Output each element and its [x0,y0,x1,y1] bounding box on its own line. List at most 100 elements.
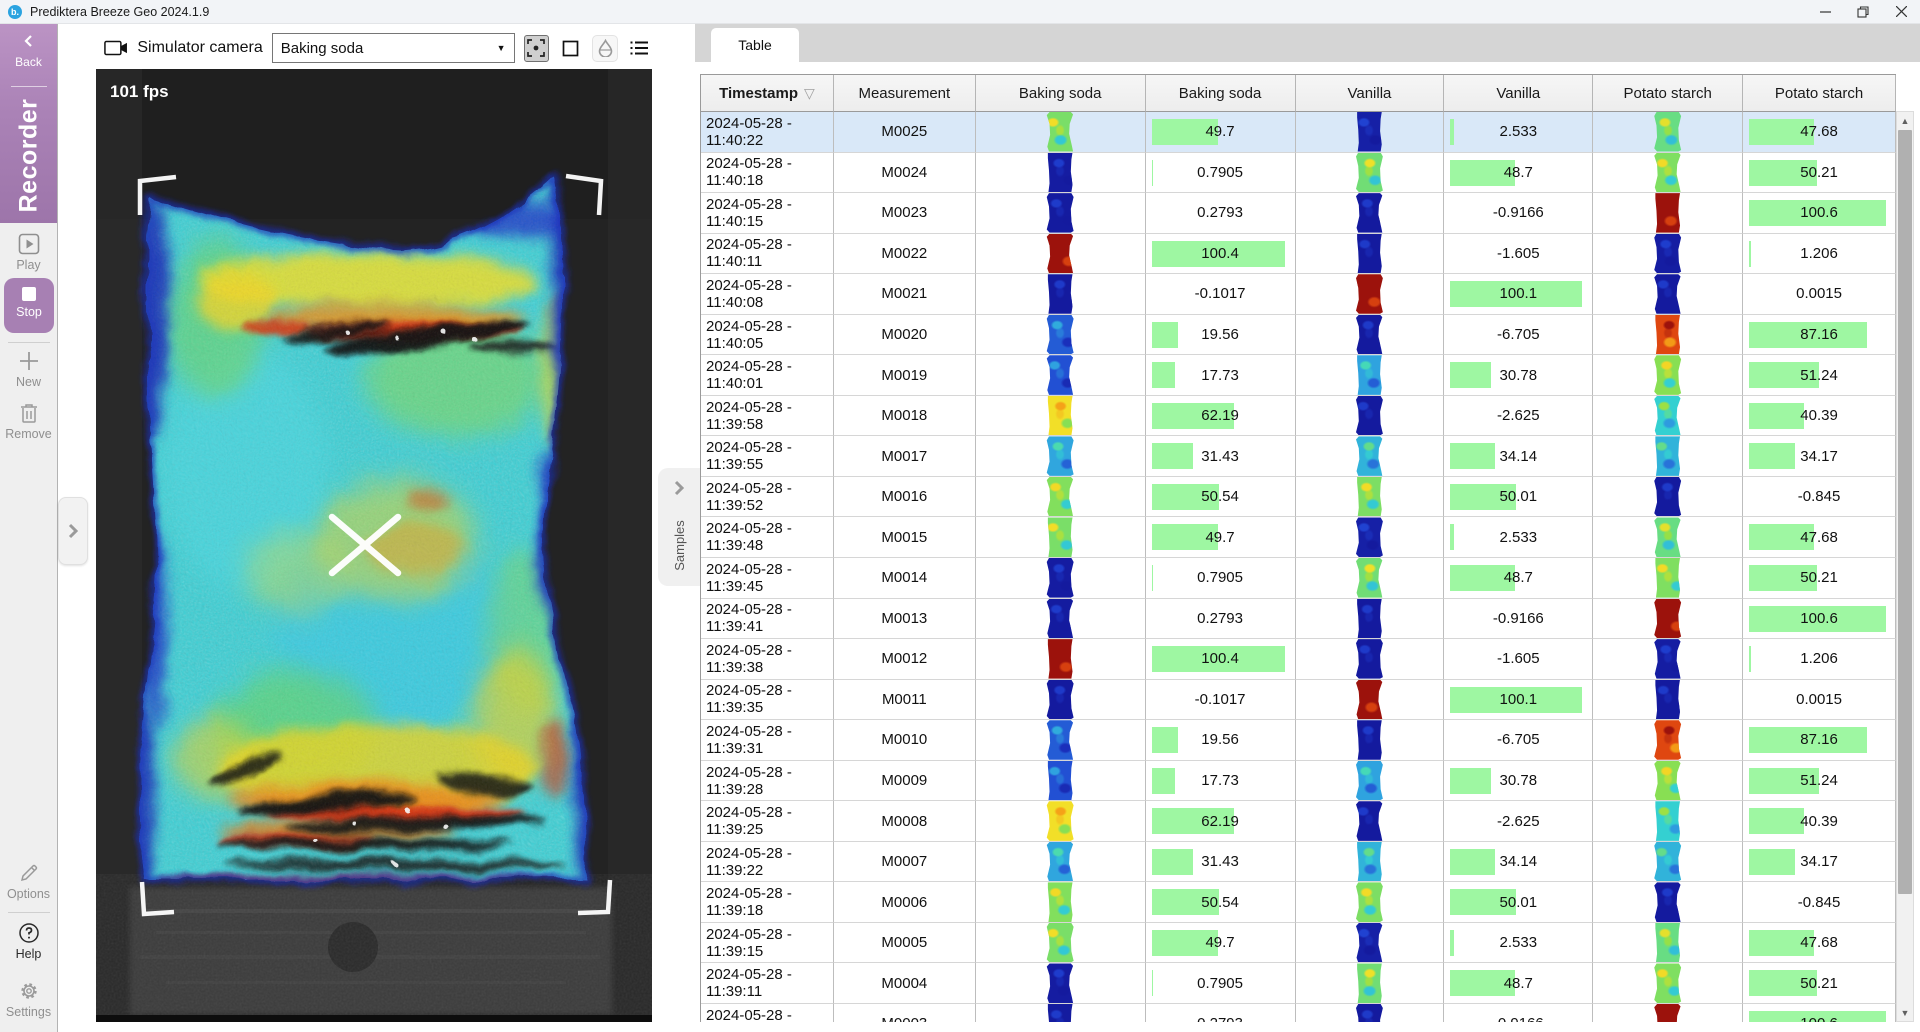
table-row[interactable]: 2024-05-28 - 11:39:28M000917.7330.7851.2… [701,761,1896,802]
table-row[interactable]: 2024-05-28 - 11:40:08M0021-0.1017100.10.… [701,274,1896,315]
list-view-button[interactable] [627,35,652,62]
column-header-measurement[interactable]: Measurement [834,75,976,112]
table-row[interactable]: 2024-05-28 - 11:39:55M001731.4334.1434.1… [701,436,1896,477]
column-header-potato-starch[interactable]: Potato starch [1593,75,1743,112]
potato-starch-image-cell [1593,720,1743,761]
potato-starch-image-cell [1593,193,1743,234]
table-row[interactable]: 2024-05-28 - 11:39:52M001650.5450.01-0.8… [701,477,1896,518]
tab-table[interactable]: Table [711,28,799,62]
table-row[interactable]: 2024-05-28 - 11:39:45M00140.790548.750.2… [701,558,1896,599]
column-header-vanilla[interactable]: Vanilla [1444,75,1593,112]
sidebar-expand-handle[interactable] [58,497,88,565]
table-row[interactable]: 2024-05-28 - 11:40:18M00240.790548.750.2… [701,153,1896,194]
app-window: b. Prediktera Breeze Geo 2024.1.9 Back [0,0,1920,1032]
table-row[interactable]: 2024-05-28 - 11:39:15M000549.72.53347.68 [701,923,1896,964]
table-row[interactable]: 2024-05-28 - 11:39:58M001862.19-2.62540.… [701,396,1896,437]
camera-profile-select[interactable]: Baking soda ▼ [272,33,515,63]
vertical-scrollbar[interactable]: ▲ ▼ [1896,111,1914,1022]
table-row[interactable]: 2024-05-28 - 11:40:05M002019.56-6.70587.… [701,315,1896,356]
vanilla-image-cell [1296,639,1445,680]
table-row[interactable]: 2024-05-28 - 11:39:35M0011-0.1017100.10.… [701,680,1896,721]
baking-soda-value-cell: 50.54 [1146,477,1296,518]
samples-panel-handle[interactable]: Samples [658,468,700,586]
table-row[interactable]: 2024-05-28 - 11:39:22M000731.4334.1434.1… [701,842,1896,883]
table-row[interactable]: 2024-05-28 - 11:40:11M0022100.4-1.6051.2… [701,234,1896,275]
table-row[interactable]: 2024-05-28 - 11:40:22M002549.72.53347.68 [701,112,1896,153]
vanilla-image-cell [1296,234,1445,275]
droplet-icon [598,39,613,57]
sample-thumbnail [1654,639,1682,679]
column-header-potato-starch[interactable]: Potato starch [1743,75,1896,112]
value-label: -0.845 [1743,882,1895,922]
table-row[interactable]: 2024-05-28 - 11:39:11M00040.790548.750.2… [701,963,1896,1004]
table-row[interactable]: 2024-05-28 - 11:39:48M001549.72.53347.68 [701,517,1896,558]
measurement-id-cell: M0024 [834,153,976,194]
vanilla-value-cell: -0.9166 [1444,1004,1593,1022]
play-button[interactable]: Play [0,233,57,272]
region-button[interactable] [558,35,583,62]
timestamp-cell: 2024-05-28 - 11:39:18 [701,882,834,923]
sample-thumbnail [1654,680,1682,720]
value-label: 62.19 [1146,396,1295,436]
measurement-id-cell: M0008 [834,801,976,842]
options-button[interactable]: Options [0,862,57,901]
potato-starch-value-cell: 47.68 [1743,923,1896,964]
vanilla-image-cell [1296,315,1445,356]
value-label: 17.73 [1146,761,1295,801]
table-row[interactable]: 2024-05-28 - 11:39:25M000862.19-2.62540.… [701,801,1896,842]
table-row[interactable]: 2024-05-28 - 11:39:31M001019.56-6.70587.… [701,720,1896,761]
settings-label: Settings [0,1005,57,1019]
table-row[interactable]: 2024-05-28 - 11:40:01M001917.7330.7851.2… [701,355,1896,396]
vanilla-image-cell [1296,477,1445,518]
value-label: 47.68 [1743,112,1895,152]
remove-button[interactable]: Remove [0,402,57,441]
colormap-button[interactable] [592,35,617,62]
baking-soda-image-cell [976,923,1146,964]
table-row[interactable]: 2024-05-28 - 11:39:18M000650.5450.01-0.8… [701,882,1896,923]
vanilla-image-cell [1296,599,1445,640]
divider [8,912,50,913]
results-panel: Table Timestamp▽MeasurementBaking sodaBa… [700,24,1920,1022]
value-label: 30.78 [1444,761,1592,801]
column-header-baking-soda[interactable]: Baking soda [1146,75,1296,112]
settings-button[interactable]: Settings [0,980,57,1019]
vanilla-image-cell [1296,517,1445,558]
table-row[interactable]: 2024-05-28 - 11:39:41M00130.2793-0.91661… [701,599,1896,640]
column-header-baking-soda[interactable]: Baking soda [976,75,1146,112]
autofocus-button[interactable] [524,35,549,62]
sample-thumbnail [1654,923,1682,963]
value-label: 0.7905 [1146,153,1295,193]
baking-soda-value-cell: 49.7 [1146,517,1296,558]
restore-button[interactable] [1844,0,1882,24]
scroll-up-button[interactable]: ▲ [1897,112,1913,129]
scroll-down-button[interactable]: ▼ [1897,1004,1913,1021]
baking-soda-value-cell: 62.19 [1146,801,1296,842]
scrollbar-thumb[interactable] [1898,130,1912,894]
baking-soda-image-cell [976,842,1146,883]
divider [11,86,47,87]
measurement-id-cell: M0007 [834,842,976,883]
new-button[interactable]: New [0,350,57,389]
back-button[interactable]: Back [0,34,57,69]
table-row[interactable]: 2024-05-28 - 11:39:38M0012100.4-1.6051.2… [701,639,1896,680]
value-label: 0.7905 [1146,558,1295,598]
focus-target-icon [527,39,545,57]
table-row[interactable]: 2024-05-28 - 11:39:08M00030.2793-0.91661… [701,1004,1896,1022]
table-row[interactable]: 2024-05-28 - 11:40:15M00230.2793-0.91661… [701,193,1896,234]
column-header-timestamp[interactable]: Timestamp▽ [701,75,834,112]
timestamp-cell: 2024-05-28 - 11:39:11 [701,963,834,1004]
column-header-vanilla[interactable]: Vanilla [1296,75,1445,112]
vanilla-image-cell [1296,842,1445,883]
baking-soda-value-cell: 19.56 [1146,720,1296,761]
potato-starch-image-cell [1593,761,1743,802]
close-button[interactable] [1882,0,1920,24]
vanilla-image-cell [1296,801,1445,842]
value-label: 34.17 [1743,436,1895,476]
camera-view[interactable]: 101 fps [96,69,652,1022]
measurement-id-cell: M0003 [834,1004,976,1022]
value-label: -0.9166 [1444,1004,1592,1022]
stop-button[interactable]: Stop [4,278,54,333]
minimize-button[interactable] [1806,0,1844,24]
help-button[interactable]: Help [0,922,57,961]
baking-soda-image-cell [976,720,1146,761]
